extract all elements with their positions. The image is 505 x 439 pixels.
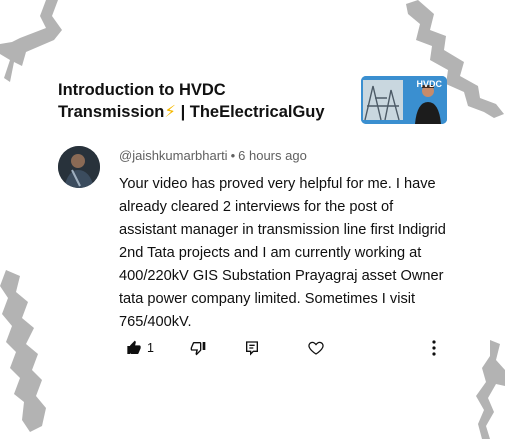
- meta-separator: •: [230, 148, 236, 163]
- reply-button[interactable]: [244, 337, 260, 359]
- heart-icon: [307, 339, 325, 357]
- video-title-line2: Transmission⚡ | TheElectricalGuy: [58, 101, 358, 123]
- thumbnail-label: HVDC: [416, 79, 442, 89]
- heart-button[interactable]: [307, 337, 325, 359]
- video-title[interactable]: Introduction to HVDC Transmission⚡ | The…: [58, 79, 358, 123]
- comment-actions: 1: [126, 337, 446, 361]
- decorative-zigzag-right: [460, 340, 505, 439]
- more-options-button[interactable]: [430, 337, 438, 359]
- video-thumbnail[interactable]: HVDC: [361, 76, 447, 124]
- like-count: 1: [147, 341, 154, 355]
- decorative-zigzag-top-left: [0, 0, 72, 90]
- lightning-emoji: ⚡: [164, 103, 176, 121]
- more-vertical-icon: [430, 339, 438, 357]
- like-button[interactable]: 1: [126, 337, 154, 359]
- decorative-zigzag-bottom-left: [0, 270, 52, 439]
- comment-text: Your video has proved very helpful for m…: [119, 176, 446, 330]
- thumbs-up-icon: [126, 340, 142, 356]
- reply-icon: [244, 340, 260, 356]
- video-title-line1: Introduction to HVDC: [58, 81, 226, 99]
- video-title-text: Transmission: [58, 103, 165, 121]
- comment-author[interactable]: @jaishkumarbharti: [119, 148, 228, 163]
- dislike-button[interactable]: [190, 337, 206, 359]
- comment-time[interactable]: 6 hours ago: [238, 148, 307, 163]
- avatar[interactable]: [58, 146, 100, 188]
- video-header: Introduction to HVDC Transmission⚡ | The…: [58, 79, 358, 123]
- comment-meta: @jaishkumarbharti • 6 hours ago: [119, 148, 307, 163]
- thumbs-down-icon: [190, 340, 206, 356]
- video-channel-name: | TheElectricalGuy: [180, 103, 325, 121]
